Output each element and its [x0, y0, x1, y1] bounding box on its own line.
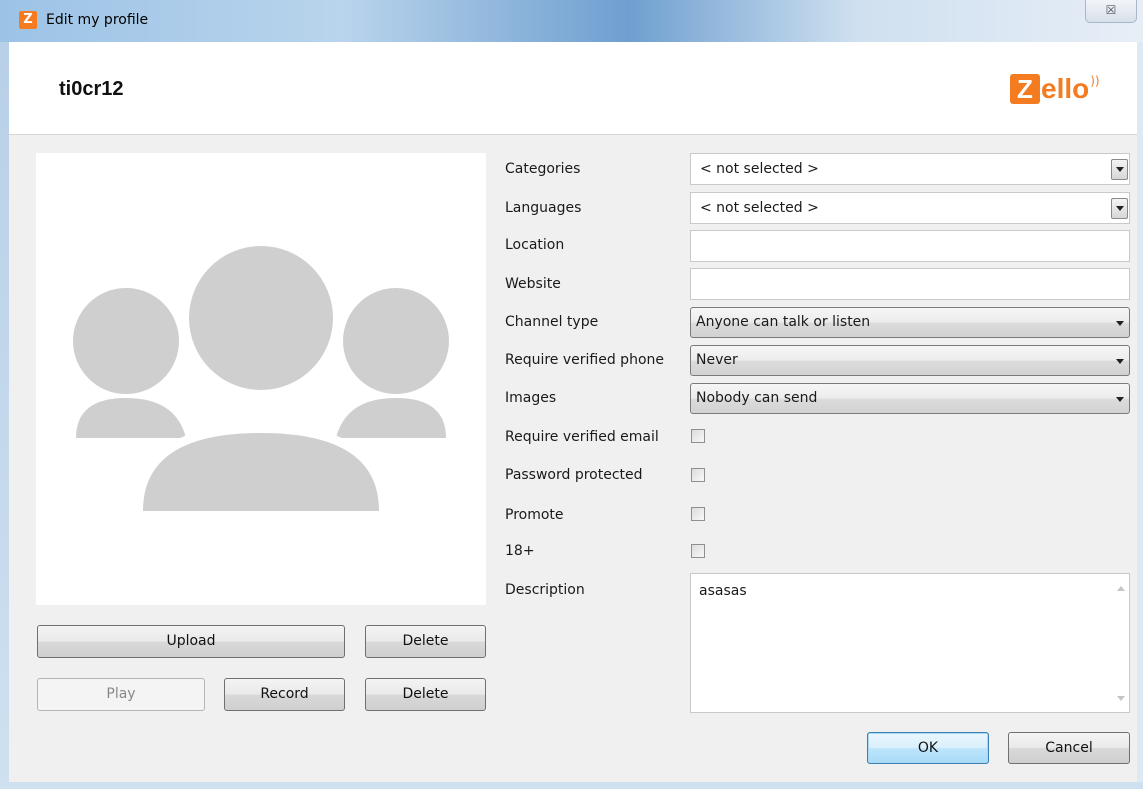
- require-verified-phone-value: Never: [696, 352, 738, 368]
- window-frame-left: [0, 42, 9, 789]
- window-frame-bottom: [0, 782, 1143, 789]
- location-input[interactable]: [690, 230, 1130, 262]
- categories-value: < not selected >: [700, 161, 819, 177]
- languages-dropdown-button[interactable]: [1111, 198, 1128, 219]
- promote-label: Promote: [505, 507, 564, 523]
- logo-z-mark: Z: [1010, 74, 1040, 104]
- adult-checkbox[interactable]: [691, 544, 705, 558]
- promote-checkbox[interactable]: [691, 507, 705, 521]
- categories-dropdown-button[interactable]: [1111, 159, 1128, 180]
- window-title: Edit my profile: [46, 12, 149, 28]
- group-placeholder-icon: [73, 236, 449, 525]
- require-verified-phone-select[interactable]: Never: [690, 345, 1130, 376]
- profile-header: ti0cr12 Zello)): [9, 42, 1137, 135]
- chevron-down-icon: [1116, 359, 1124, 364]
- require-verified-email-checkbox[interactable]: [691, 429, 705, 443]
- website-input[interactable]: [690, 268, 1130, 300]
- chevron-down-icon: [1116, 321, 1124, 326]
- languages-value: < not selected >: [700, 200, 819, 216]
- play-voice-button[interactable]: Play: [37, 678, 205, 711]
- description-scrollbar[interactable]: [1112, 574, 1129, 712]
- categories-label: Categories: [505, 161, 581, 177]
- website-label: Website: [505, 276, 561, 292]
- profile-username: ti0cr12: [59, 78, 124, 100]
- chevron-down-icon: [1116, 167, 1124, 172]
- categories-combobox[interactable]: < not selected >: [690, 153, 1130, 185]
- password-protected-checkbox[interactable]: [691, 468, 705, 482]
- require-verified-email-label: Require verified email: [505, 429, 659, 445]
- images-label: Images: [505, 390, 557, 406]
- logo-wordmark: ello: [1041, 73, 1090, 104]
- delete-picture-button[interactable]: Delete: [365, 625, 486, 658]
- chevron-down-icon: [1116, 397, 1124, 402]
- images-value: Nobody can send: [696, 390, 818, 406]
- window-frame-right: [1137, 42, 1143, 789]
- upload-picture-button[interactable]: Upload: [37, 625, 345, 658]
- languages-combobox[interactable]: < not selected >: [690, 192, 1130, 224]
- delete-voice-button[interactable]: Delete: [365, 678, 486, 711]
- close-icon: ☒: [1105, 3, 1117, 17]
- scroll-down-icon[interactable]: [1117, 696, 1125, 701]
- description-textarea[interactable]: asasas: [690, 573, 1130, 713]
- zello-logo: Zello)): [1010, 74, 1100, 110]
- password-protected-label: Password protected: [505, 467, 643, 483]
- ok-button[interactable]: OK: [867, 732, 989, 764]
- cancel-button[interactable]: Cancel: [1008, 732, 1130, 764]
- title-bar: Z Edit my profile ☒: [0, 0, 1143, 42]
- profile-picture-area: [36, 153, 486, 605]
- chevron-down-icon: [1116, 206, 1124, 211]
- description-label: Description: [505, 582, 585, 598]
- zello-app-icon: Z: [19, 11, 37, 29]
- signal-wave-icon: )): [1090, 74, 1100, 88]
- adult-label: 18+: [505, 543, 535, 559]
- scroll-up-icon[interactable]: [1117, 586, 1125, 591]
- channel-type-label: Channel type: [505, 314, 599, 330]
- languages-label: Languages: [505, 200, 582, 216]
- images-select[interactable]: Nobody can send: [690, 383, 1130, 414]
- location-label: Location: [505, 237, 565, 253]
- channel-type-value: Anyone can talk or listen: [696, 314, 871, 330]
- record-voice-button[interactable]: Record: [224, 678, 345, 711]
- require-verified-phone-label: Require verified phone: [505, 352, 664, 368]
- close-window-button[interactable]: ☒: [1085, 0, 1137, 23]
- channel-type-select[interactable]: Anyone can talk or listen: [690, 307, 1130, 338]
- description-text: asasas: [699, 583, 747, 599]
